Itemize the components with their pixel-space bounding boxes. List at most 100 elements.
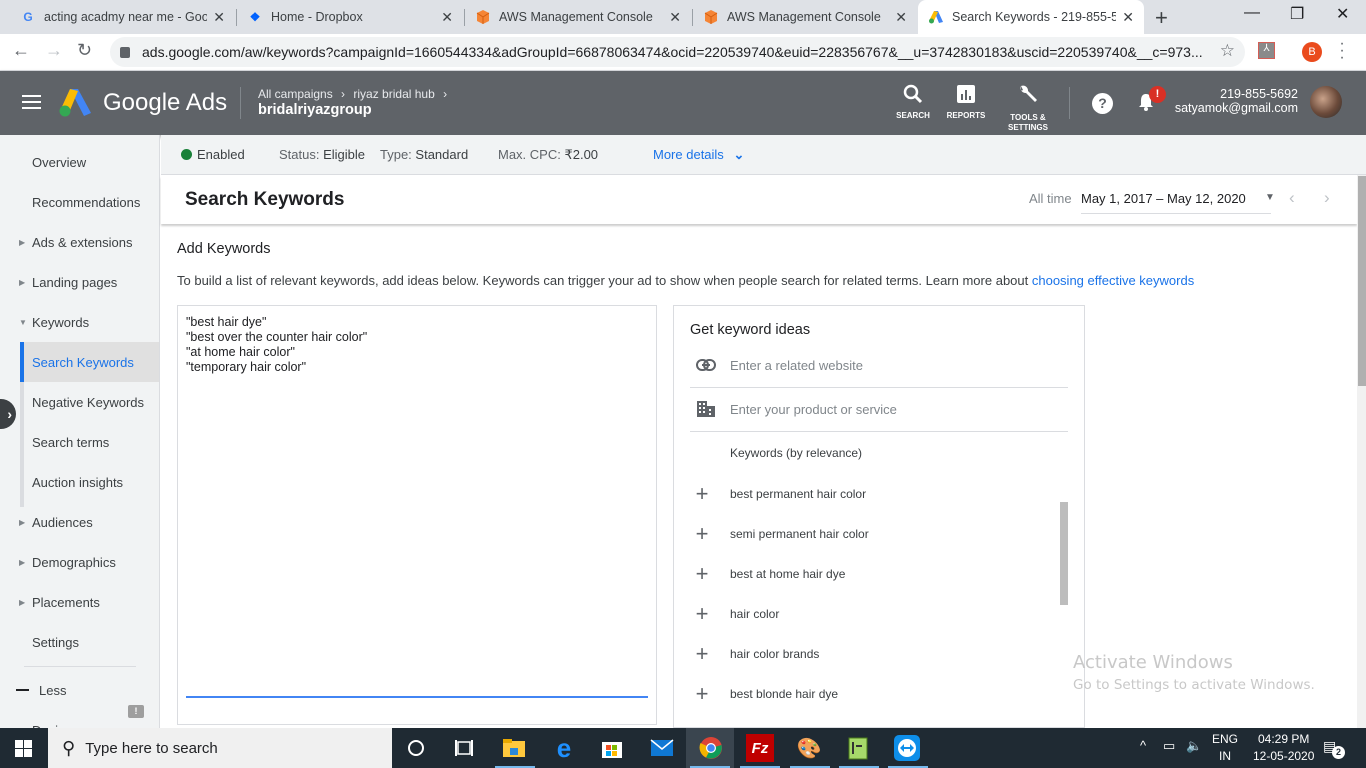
close-tab-icon[interactable]: ✕: [213, 9, 225, 26]
keyword-suggestion[interactable]: + hair color: [690, 594, 1050, 634]
add-icon[interactable]: +: [690, 521, 714, 547]
browser-menu-icon[interactable]: · · ·: [1338, 36, 1346, 66]
hamburger-menu-icon[interactable]: [22, 95, 41, 109]
sidebar-item-negative-keywords[interactable]: Negative Keywords: [0, 382, 159, 422]
next-period-button[interactable]: ›: [1324, 188, 1330, 208]
previous-period-button[interactable]: ‹: [1289, 188, 1295, 208]
input-language[interactable]: ENG IN: [1212, 731, 1238, 765]
task-view-icon[interactable]: [450, 734, 478, 762]
product-input[interactable]: [730, 398, 1060, 420]
add-icon[interactable]: +: [690, 641, 714, 667]
sidebar-item-label: Ads & extensions: [32, 234, 133, 250]
website-input[interactable]: [730, 354, 1060, 376]
keyword-suggestion[interactable]: + hair color brands: [690, 634, 1050, 674]
show-hidden-icons[interactable]: ^: [1140, 738, 1146, 753]
pdf-extension-icon[interactable]: ⅄: [1258, 42, 1275, 59]
file-explorer-icon[interactable]: [500, 734, 528, 762]
search-button[interactable]: SEARCH: [896, 84, 930, 121]
sidebar-item-search-keywords[interactable]: Search Keywords: [20, 342, 159, 382]
keyword-suggestion[interactable]: + best blonde hair dye: [690, 674, 1050, 714]
sidebar-item-settings[interactable]: Settings: [0, 622, 159, 662]
website-field[interactable]: [690, 344, 1068, 388]
keywords-list-header[interactable]: Keywords (by relevance): [730, 446, 862, 460]
sidebar-item-ads-extensions[interactable]: ▶ Ads & extensions: [0, 222, 159, 262]
sidebar-divider: [24, 666, 136, 667]
sidebar-item-auction-insights[interactable]: Auction insights: [0, 462, 159, 502]
browser-tab-search-keywords[interactable]: Search Keywords - 219-855-56 ✕: [918, 0, 1144, 34]
back-button[interactable]: ←: [12, 40, 30, 61]
edge-browser-icon[interactable]: e: [550, 733, 578, 763]
action-center-icon[interactable]: ▤ 2: [1323, 738, 1345, 759]
sidebar-item-demographics[interactable]: ▶ Demographics: [0, 542, 159, 582]
url-text[interactable]: ads.google.com/aw/keywords?campaignId=16…: [142, 44, 1203, 60]
reload-button[interactable]: ↻: [77, 40, 92, 61]
help-icon[interactable]: ?: [1092, 93, 1113, 114]
microsoft-store-icon[interactable]: [598, 734, 626, 762]
mail-icon[interactable]: [648, 734, 676, 762]
browser-tab-aws-2[interactable]: AWS Management Console ✕: [693, 0, 917, 34]
sidebar-item-landing-pages[interactable]: ▶ Landing pages: [0, 262, 159, 302]
sidebar-item-keywords[interactable]: ▼ Keywords: [0, 302, 159, 342]
choosing-keywords-link[interactable]: choosing effective keywords: [1032, 273, 1194, 288]
forward-button[interactable]: →: [45, 40, 63, 61]
sidebar-less-toggle[interactable]: Less: [0, 670, 159, 710]
teamviewer-icon[interactable]: [893, 734, 921, 762]
keyword-suggestion[interactable]: + semi permanent hair color: [690, 514, 1050, 554]
add-icon[interactable]: +: [690, 601, 714, 627]
volume-icon[interactable]: 🔈: [1186, 738, 1202, 754]
sidebar-item-search-terms[interactable]: Search terms: [0, 422, 159, 462]
tools-settings-button[interactable]: TOOLS & SETTINGS: [1004, 84, 1052, 133]
close-window-button[interactable]: ✕: [1336, 4, 1349, 24]
notepad-plus-icon[interactable]: [844, 734, 872, 762]
sidebar-item-label: Settings: [32, 634, 79, 650]
ad-group-name[interactable]: bridalriyazgroup: [258, 102, 372, 118]
close-tab-icon[interactable]: ✕: [1122, 9, 1134, 26]
sidebar-item-overview[interactable]: Overview: [0, 142, 159, 182]
keywords-text[interactable]: "best hair dye" "best over the counter h…: [186, 315, 367, 375]
cortana-icon[interactable]: [402, 734, 430, 762]
close-tab-icon[interactable]: ✕: [895, 9, 907, 26]
filezilla-icon[interactable]: Fz: [746, 734, 774, 762]
page-scrollbar-thumb[interactable]: [1358, 176, 1366, 386]
battery-icon[interactable]: ▭: [1163, 738, 1175, 754]
browser-tab-aws-1[interactable]: AWS Management Console ✕: [465, 0, 691, 34]
keywords-textarea[interactable]: "best hair dye" "best over the counter h…: [177, 305, 657, 725]
suggestions-scrollbar-thumb[interactable]: [1060, 502, 1068, 605]
keyword-suggestion[interactable]: + best permanent hair color: [690, 474, 1050, 514]
bookmark-star-icon[interactable]: ☆: [1220, 41, 1235, 61]
restore-button[interactable]: ❐: [1290, 4, 1304, 24]
minimize-button[interactable]: —: [1244, 4, 1260, 22]
more-details-link[interactable]: More details ⌄: [653, 147, 744, 163]
reports-button[interactable]: REPORTS: [946, 84, 986, 121]
profile-avatar[interactable]: B: [1302, 42, 1322, 62]
windows-start-icon[interactable]: [15, 740, 32, 757]
date-range-picker[interactable]: May 1, 2017 – May 12, 2020: [1081, 191, 1271, 214]
enabled-status[interactable]: Enabled: [181, 147, 245, 162]
sidebar-item-audiences[interactable]: ▶ Audiences: [0, 502, 159, 542]
sidebar-item-recommendations[interactable]: Recommendations: [0, 182, 159, 222]
user-avatar[interactable]: [1310, 86, 1342, 118]
feedback-icon[interactable]: !: [128, 705, 144, 718]
product-field[interactable]: [690, 388, 1068, 432]
chrome-icon[interactable]: [697, 734, 725, 762]
sidebar-item-placements[interactable]: ▶ Placements: [0, 582, 159, 622]
add-icon[interactable]: +: [690, 681, 714, 707]
taskbar-search-box[interactable]: ⚲ Type here to search: [48, 728, 392, 768]
tools-label: TOOLS &: [1010, 113, 1046, 122]
address-bar[interactable]: ads.google.com/aw/keywords?campaignId=16…: [110, 37, 1245, 67]
breadcrumb-all-campaigns[interactable]: All campaigns: [258, 87, 333, 101]
new-tab-button[interactable]: +: [1155, 5, 1168, 31]
browser-tab-dropbox[interactable]: ❖ Home - Dropbox ✕: [237, 0, 463, 34]
close-tab-icon[interactable]: ✕: [669, 9, 681, 26]
google-ads-logo: [59, 89, 91, 117]
dropdown-arrow-icon[interactable]: ▼: [1265, 192, 1275, 203]
keyword-suggestion[interactable]: + best at home hair dye: [690, 554, 1050, 594]
add-icon[interactable]: +: [690, 561, 714, 587]
status-dot-icon: [181, 149, 192, 160]
add-icon[interactable]: +: [690, 481, 714, 507]
breadcrumb-campaign[interactable]: riyaz bridal hub: [353, 87, 434, 101]
close-tab-icon[interactable]: ✕: [441, 9, 453, 26]
paint-icon[interactable]: 🎨: [795, 734, 823, 762]
browser-tab-google-search[interactable]: G acting acadmy near me - Goog ✕: [10, 0, 235, 34]
system-clock[interactable]: 04:29 PM 12-05-2020: [1253, 731, 1314, 765]
